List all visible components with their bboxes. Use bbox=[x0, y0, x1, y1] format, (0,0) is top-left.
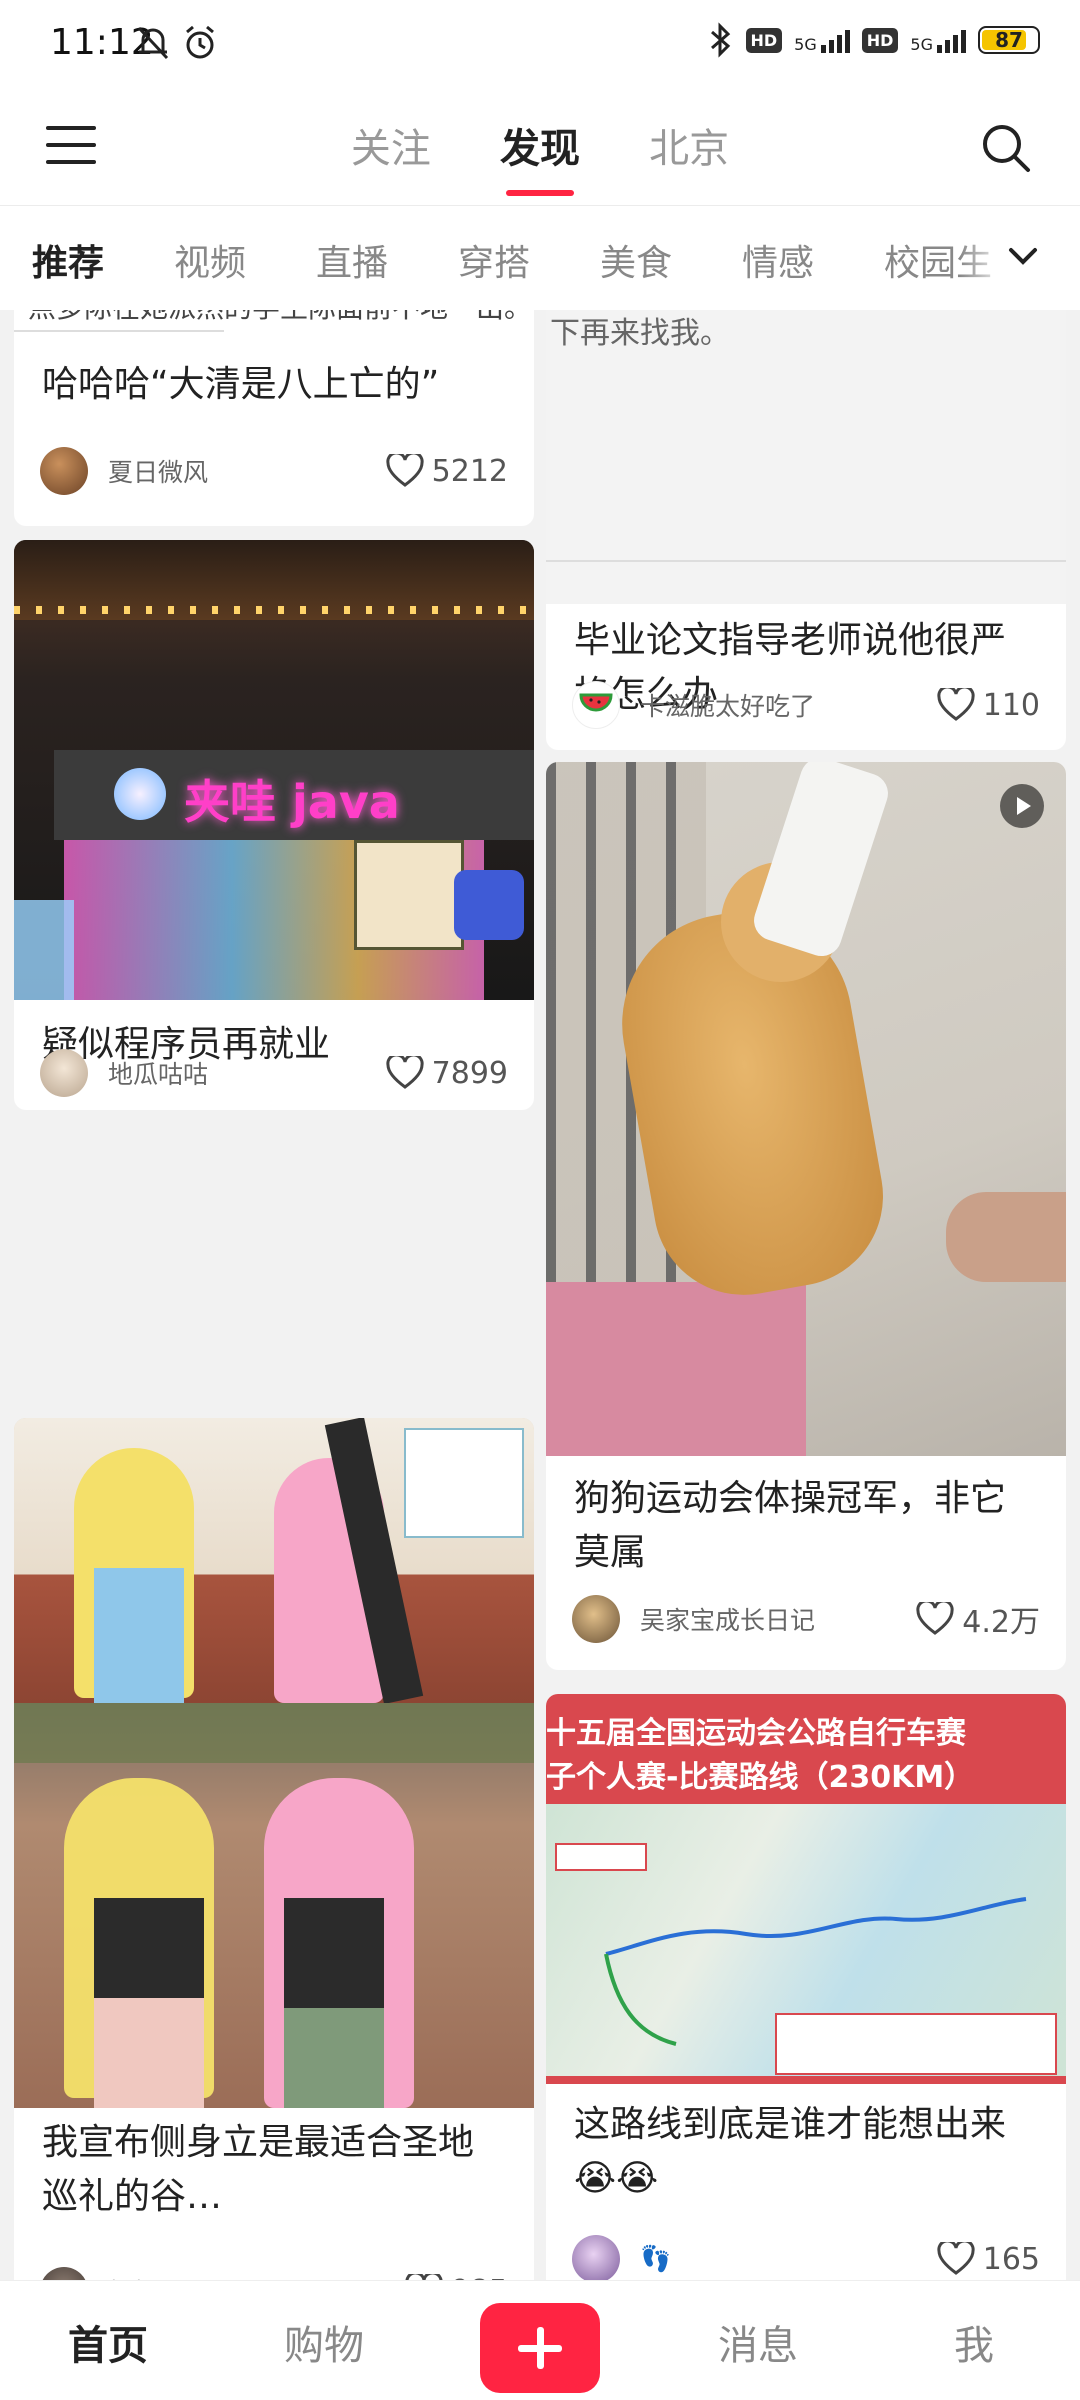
note-card[interactable]: 点多际在她派然的学生际面前不地一出。 哈哈哈“大清是八上亡的” 夏日微风 521… bbox=[14, 310, 534, 526]
channel-food[interactable]: 美食 bbox=[600, 234, 672, 286]
partial-text: 下再来找我。 bbox=[550, 316, 730, 351]
battery-level: 87 bbox=[995, 28, 1023, 52]
watermelon-icon bbox=[579, 693, 613, 712]
bluetooth-icon bbox=[710, 22, 730, 58]
network-label: 5G bbox=[794, 35, 817, 54]
avatar[interactable] bbox=[40, 2267, 88, 2280]
note-card[interactable]: 下再来找我。 毕业论文指导老师说他很严格怎么办 卡滋脆太好吃了 110 bbox=[546, 310, 1066, 750]
nav-me[interactable]: 我 bbox=[894, 2313, 1054, 2371]
avatar[interactable] bbox=[40, 447, 88, 495]
heart-icon[interactable] bbox=[386, 1056, 424, 1090]
nav-home[interactable]: 首页 bbox=[28, 2313, 188, 2371]
map-header-text: 十五届全国运动会公路自行车赛 bbox=[546, 1716, 966, 1751]
tab-discover[interactable]: 发现 bbox=[500, 116, 580, 196]
bell-muted-icon bbox=[137, 26, 169, 60]
note-card[interactable]: 十五届全国运动会公路自行车赛 子个人赛-比赛路线（230KM） 这路线到底是谁才… bbox=[546, 1694, 1066, 2280]
network-label-2: 5G bbox=[910, 35, 933, 54]
search-icon[interactable] bbox=[980, 122, 1032, 174]
nav-shopping[interactable]: 购物 bbox=[244, 2313, 404, 2371]
heart-icon[interactable] bbox=[937, 688, 975, 722]
status-bar: 11:12 HD 5G HD 5G 87 bbox=[0, 0, 1080, 90]
heart-icon[interactable] bbox=[386, 454, 424, 488]
author-name[interactable]: 卡滋脆太好吃了 bbox=[640, 687, 937, 723]
shop-sign-text: 夹哇 java bbox=[184, 775, 400, 829]
author-name[interactable]: 吴家宝成长日记 bbox=[640, 1601, 916, 1637]
signal-icon bbox=[820, 27, 850, 53]
video-play-icon bbox=[1000, 784, 1044, 828]
author-name[interactable]: 地瓜咕咕 bbox=[108, 1055, 386, 1091]
like-count: 110 bbox=[982, 687, 1040, 723]
note-cover-image bbox=[14, 1418, 534, 2108]
note-cover-image: 夹哇 java bbox=[14, 540, 534, 1000]
hd-badge-2: HD bbox=[861, 27, 899, 53]
feed: 点多际在她派然的学生际面前不地一出。 哈哈哈“大清是八上亡的” 夏日微风 521… bbox=[0, 310, 1080, 2280]
author-name[interactable]: 粉粉 bbox=[108, 2273, 405, 2280]
like-count: 5212 bbox=[431, 453, 508, 489]
map-subheader-text: 子个人赛-比赛路线（230KM） bbox=[546, 1760, 975, 1795]
bottom-nav: 首页 购物 消息 我 bbox=[0, 2280, 1080, 2400]
like-count: 7899 bbox=[431, 1055, 508, 1091]
avatar[interactable] bbox=[572, 681, 620, 729]
author-name[interactable]: 夏日微风 bbox=[108, 453, 386, 489]
author-name[interactable]: 👣 bbox=[640, 2244, 937, 2274]
channel-video[interactable]: 视频 bbox=[174, 234, 246, 286]
hd-badge: HD bbox=[745, 27, 783, 53]
note-card[interactable]: 我宣布侧身立是最适合圣地巡礼的谷… 粉粉 985 bbox=[14, 1418, 534, 2280]
note-title: 狗狗运动会体操冠军，非它莫属 bbox=[574, 1478, 1007, 1573]
channel-tabs: 推荐 视频 直播 穿搭 美食 情感 校园生 bbox=[0, 206, 1080, 310]
channel-emotion[interactable]: 情感 bbox=[742, 234, 814, 286]
note-card[interactable]: 狗狗运动会体操冠军，非它莫属 吴家宝成长日记 4.2万 bbox=[546, 762, 1066, 1670]
avatar[interactable] bbox=[40, 1049, 88, 1097]
create-post-button[interactable] bbox=[480, 2303, 600, 2393]
tab-follow[interactable]: 关注 bbox=[351, 116, 431, 174]
note-card[interactable]: 夹哇 java 疑似程序员再就业 地瓜咕咕 7899 bbox=[14, 540, 534, 1110]
battery-icon: 87 bbox=[978, 26, 1040, 54]
channel-live[interactable]: 直播 bbox=[316, 234, 388, 286]
alarm-icon bbox=[186, 25, 214, 59]
like-count: 4.2万 bbox=[962, 1605, 1040, 1640]
note-cover-image: 下再来找我。 bbox=[546, 310, 1066, 604]
partial-text: 点多际在她派然的学生际面前不地一出。 bbox=[14, 310, 534, 326]
signal-icon-2 bbox=[937, 27, 966, 53]
channel-outfit[interactable]: 穿搭 bbox=[458, 234, 530, 286]
top-nav: 关注 发现 北京 bbox=[0, 90, 1080, 206]
tab-local[interactable]: 北京 bbox=[649, 116, 729, 174]
note-cover-image: 十五届全国运动会公路自行车赛 子个人赛-比赛路线（230KM） bbox=[546, 1694, 1066, 2084]
note-cover-image bbox=[546, 762, 1066, 1456]
like-count: 165 bbox=[982, 2241, 1040, 2277]
note-title: 这路线到底是谁才能想出来 bbox=[574, 2104, 1007, 2145]
route-map bbox=[555, 1843, 1057, 2075]
chevron-down-icon[interactable] bbox=[1008, 246, 1038, 268]
heart-icon[interactable] bbox=[916, 1602, 954, 1636]
note-title: 哈哈哈“大清是八上亡的” bbox=[42, 364, 440, 405]
channel-recommend[interactable]: 推荐 bbox=[32, 234, 104, 286]
note-title: 我宣布侧身立是最适合圣地巡礼的谷… bbox=[42, 2122, 475, 2217]
avatar[interactable] bbox=[572, 1595, 620, 1643]
crying-emoji: 😭😭 bbox=[574, 2158, 659, 2199]
heart-icon[interactable] bbox=[937, 2242, 975, 2276]
nav-messages[interactable]: 消息 bbox=[678, 2313, 838, 2371]
avatar[interactable] bbox=[572, 2235, 620, 2280]
